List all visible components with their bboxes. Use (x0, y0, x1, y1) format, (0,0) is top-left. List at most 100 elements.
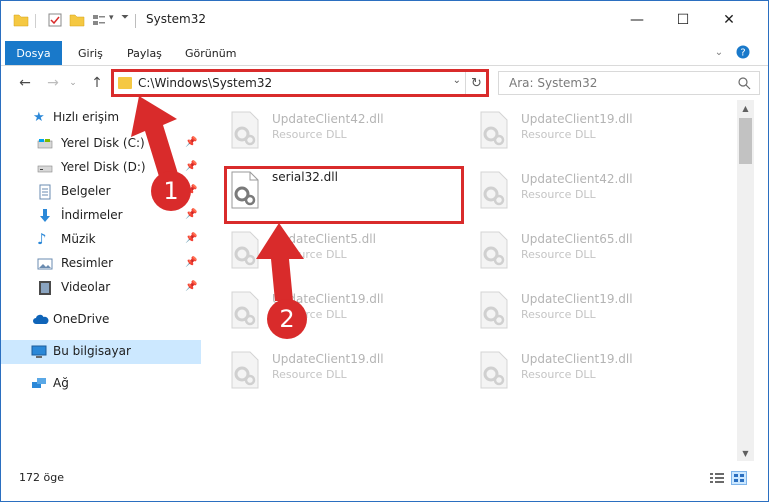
maximize-button[interactable]: ☐ (660, 1, 706, 39)
file-item[interactable]: UpdateClient42.dll Resource DLL (473, 162, 703, 214)
file-name: UpdateClient19.dll (272, 352, 384, 366)
tab-file[interactable]: Dosya (5, 41, 62, 65)
file-item[interactable]: UpdateClient5.dll Resource DLL (224, 222, 454, 274)
tiles-view-icon[interactable] (731, 471, 747, 485)
scrollbar-thumb[interactable] (739, 118, 752, 164)
tab-view[interactable]: Görünüm (185, 41, 236, 65)
sidebar-item-network[interactable]: Ağ (1, 372, 201, 396)
computer-icon (31, 345, 47, 358)
navigation-row: ← → ⌄ ↑ C:\Windows\System32 ⌄ ↻ Ara: Sys… (1, 66, 768, 100)
downloads-icon (40, 209, 50, 222)
search-icon[interactable] (738, 77, 751, 90)
close-button[interactable]: ✕ (706, 1, 752, 39)
file-type: Resource DLL (521, 188, 596, 201)
dll-file-icon (480, 231, 508, 269)
file-type: Resource DLL (272, 248, 347, 261)
properties-icon[interactable] (47, 12, 63, 28)
sidebar-item-pictures[interactable]: Resimler 📌 (1, 252, 201, 276)
pin-icon[interactable]: 📌 (185, 209, 197, 220)
file-type: Resource DLL (521, 308, 596, 321)
sidebar-item-label: Videolar (61, 280, 111, 294)
status-bar: 172 öge (1, 463, 768, 501)
file-name: UpdateClient19.dll (521, 112, 633, 126)
qa-divider (35, 14, 36, 28)
navigation-pane: ★ Hızlı erişim Yerel Disk (C:) 📌 Yerel D… (1, 100, 205, 461)
minimize-button[interactable]: — (614, 1, 660, 39)
cloud-icon (33, 314, 49, 324)
back-arrow-icon[interactable]: ← (15, 73, 35, 93)
step-marker-1: 1 (151, 171, 191, 211)
file-item[interactable]: UpdateClient65.dll Resource DLL (473, 222, 703, 274)
help-icon[interactable]: ? (735, 43, 751, 61)
file-name: UpdateClient19.dll (521, 352, 633, 366)
file-name: UpdateClient42.dll (272, 112, 384, 126)
sidebar-item-label: Bu bilgisayar (53, 344, 131, 358)
sidebar-item-label: Müzik (61, 232, 96, 246)
file-type: Resource DLL (272, 128, 347, 141)
pin-icon[interactable]: 📌 (185, 281, 197, 292)
view-options-icon[interactable] (91, 12, 107, 28)
scroll-down-icon[interactable]: ▼ (737, 445, 754, 461)
drive-icon (37, 165, 53, 173)
file-name: UpdateClient42.dll (521, 172, 633, 186)
step-marker-2: 2 (267, 299, 307, 339)
file-name: UpdateClient19.dll (521, 292, 633, 306)
pin-icon[interactable]: 📌 (185, 233, 197, 244)
file-name: UpdateClient5.dll (272, 232, 376, 246)
customize-toolbar-icon[interactable]: ⏷ (121, 12, 129, 23)
forward-arrow-icon[interactable]: → (43, 73, 63, 93)
tab-home[interactable]: Giriş (78, 41, 103, 65)
pin-icon[interactable]: 📌 (185, 161, 197, 172)
file-item[interactable]: UpdateClient19.dll Resource DLL (473, 282, 703, 334)
sidebar-item-label: Resimler (61, 256, 114, 270)
dll-file-icon (480, 351, 508, 389)
search-placeholder: Ara: System32 (509, 76, 598, 90)
ribbon-tabs: Dosya Giriş Paylaş Görünüm ⌄ ? (1, 39, 768, 66)
folder-icon (13, 14, 29, 27)
sidebar-item-label: Hızlı erişim (53, 110, 120, 124)
file-type: Resource DLL (521, 368, 596, 381)
dll-file-icon (231, 111, 259, 149)
pin-icon[interactable]: 📌 (185, 257, 197, 268)
file-type: Resource DLL (272, 368, 347, 381)
sidebar-item-drive-c[interactable]: Yerel Disk (C:) 📌 (1, 132, 201, 156)
pin-icon[interactable]: 📌 (185, 137, 197, 148)
sidebar-item-music[interactable]: ♪ Müzik 📌 (1, 228, 201, 252)
dll-file-icon (231, 231, 259, 269)
item-count: 172 öge (19, 471, 64, 484)
sidebar-item-label: OneDrive (53, 312, 110, 326)
file-item[interactable]: UpdateClient19.dll Resource DLL (224, 342, 454, 394)
sidebar-item-this-pc[interactable]: Bu bilgisayar (1, 340, 201, 364)
tab-share[interactable]: Paylaş (127, 41, 162, 65)
up-arrow-icon[interactable]: ↑ (87, 73, 107, 93)
sidebar-item-quick-access[interactable]: ★ Hızlı erişim (1, 106, 201, 130)
scroll-up-icon[interactable]: ▲ (737, 100, 754, 116)
drive-icon (37, 139, 53, 149)
file-item[interactable]: UpdateClient19.dll Resource DLL (473, 342, 703, 394)
chevron-down-icon[interactable]: ⌄ (711, 43, 727, 61)
sidebar-item-label: Yerel Disk (D:) (61, 160, 146, 174)
music-icon: ♪ (37, 230, 47, 248)
dll-file-icon (480, 171, 508, 209)
new-folder-icon[interactable] (69, 12, 85, 28)
file-name: UpdateClient65.dll (521, 232, 633, 246)
sidebar-item-label: Ağ (53, 376, 69, 390)
file-item[interactable]: UpdateClient19.dll Resource DLL (473, 102, 703, 154)
file-type: Resource DLL (521, 128, 596, 141)
search-input[interactable]: Ara: System32 (498, 71, 760, 95)
recent-locations-icon[interactable]: ⌄ (63, 73, 83, 93)
window-title: System32 (146, 12, 207, 26)
sidebar-item-onedrive[interactable]: OneDrive (1, 308, 201, 332)
dll-file-icon (231, 351, 259, 389)
videos-icon (39, 281, 51, 295)
file-item[interactable]: UpdateClient42.dll Resource DLL (224, 102, 454, 154)
star-icon: ★ (33, 110, 45, 125)
sidebar-item-videos[interactable]: Videolar 📌 (1, 276, 201, 300)
pictures-icon (37, 258, 53, 270)
details-view-icon[interactable] (709, 471, 725, 485)
sidebar-item-label: İndirmeler (61, 208, 123, 222)
file-item[interactable]: UpdateClient19.dll Resource DLL (224, 282, 454, 334)
dll-file-icon (480, 291, 508, 329)
vertical-scrollbar[interactable]: ▲ ▼ (737, 100, 754, 461)
qa-dropdown-icon[interactable]: ▾ (109, 13, 114, 23)
